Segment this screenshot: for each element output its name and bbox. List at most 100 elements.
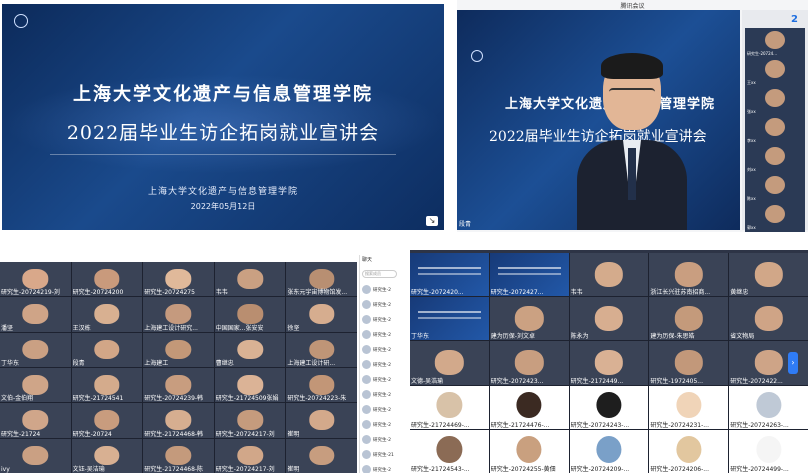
participant-tile[interactable]: 研究生-20724263-...	[729, 385, 808, 429]
participant-name: 崔明	[287, 430, 300, 438]
participant-tile[interactable]: 研究生-1972405...	[649, 341, 729, 385]
member-row[interactable]: 研究生-2	[360, 312, 399, 327]
participant-tile[interactable]: 建为历保-朱思皓	[649, 297, 729, 341]
member-row[interactable]: 研究生-2	[360, 327, 399, 342]
participant-tile[interactable]: 研究生-20724219-刘	[0, 262, 71, 297]
participant-tile[interactable]: 研究生-20724209-...	[569, 429, 649, 473]
side-participant-tile[interactable]: 陈xx	[745, 173, 805, 203]
participant-tile[interactable]: 徐坚	[286, 297, 357, 332]
participant-tile[interactable]: 王汉栋	[71, 297, 143, 332]
participant-count: 2	[791, 14, 798, 25]
member-row[interactable]: 研究生-2	[360, 372, 399, 387]
participant-tile[interactable]: 研究生-20724206-...	[649, 429, 729, 473]
participant-tile[interactable]: 研究生-20724200	[71, 262, 143, 297]
participant-tile[interactable]: 研究生-21724468-陈	[143, 438, 214, 473]
participant-tile[interactable]: 研究生-2072423...	[489, 341, 569, 385]
participant-tile[interactable]: 研究生-20724243-...	[569, 385, 649, 429]
participant-name: 研究生-21724509张娟	[215, 395, 279, 403]
participant-tile[interactable]: 研究生-20724499-...	[729, 429, 808, 473]
participant-tile[interactable]: 浙江长兴驻苏南招商...	[649, 253, 729, 297]
participant-tile[interactable]: 黄继忠	[729, 253, 808, 297]
participant-tile[interactable]: 韦韦	[214, 262, 286, 297]
participant-tile[interactable]: 研究生-21724	[0, 403, 71, 438]
participant-tile[interactable]: 上海建工	[143, 332, 214, 367]
participant-tile[interactable]: 丁华东	[410, 297, 489, 341]
participant-tile[interactable]: 文钰-吴洁瑜	[71, 438, 143, 473]
participant-tile[interactable]: 研究生-21724468-韩	[143, 403, 214, 438]
participant-tile[interactable]: 研究生-2172449...	[569, 341, 649, 385]
participant-tile[interactable]: 陈永为	[569, 297, 649, 341]
expand-icon[interactable]: ↘	[426, 216, 438, 226]
participant-name: 研究生-2072422...	[730, 377, 783, 385]
side-participant-tile[interactable]: 研究生-20724...	[745, 28, 805, 58]
speaker-video	[577, 53, 687, 230]
participant-tile[interactable]: 研究生-20724217-刘	[214, 438, 286, 473]
participant-tile[interactable]: 丁华东	[0, 332, 71, 367]
participant-avatar	[165, 445, 192, 466]
next-page-arrow-icon[interactable]: ›	[788, 352, 798, 374]
participant-name: 省文物局	[730, 333, 755, 341]
participant-avatar	[755, 391, 782, 419]
participant-avatar	[22, 410, 48, 431]
participant-tile[interactable]: 曹继忠	[214, 332, 286, 367]
member-row[interactable]: 研究生-2	[360, 402, 399, 417]
participant-tile[interactable]: 张东元宇宙博物馆发...	[286, 262, 357, 297]
participant-avatar	[674, 350, 703, 376]
participant-tile[interactable]: 研究生-20724217-刘	[214, 403, 286, 438]
participant-name: 王汉栋	[72, 324, 91, 332]
participant-tile[interactable]: 研究生-20724223-朱	[286, 367, 357, 403]
participant-tile[interactable]: ivy	[0, 438, 71, 473]
participant-name: 研究生-20724263-...	[730, 421, 789, 429]
participant-avatar	[94, 268, 120, 289]
participant-tile[interactable]: 文德-吴浩瑜	[410, 341, 489, 385]
member-row[interactable]: 研究生-2	[360, 297, 399, 312]
participant-tile[interactable]: 文伯-金伯翔	[0, 367, 71, 403]
participant-name: 研究生-20724206-...	[650, 466, 709, 473]
participant-avatar	[308, 445, 335, 466]
member-row[interactable]: 研究生-2	[360, 432, 399, 447]
participant-tile[interactable]: 研究生-20724239-韩	[143, 367, 214, 403]
member-search-input[interactable]: 搜索成员	[362, 270, 397, 278]
participant-tile[interactable]: 崔明	[286, 403, 357, 438]
side-participant-tile[interactable]: 张xx	[745, 86, 805, 116]
participant-tile[interactable]: 研究生-21724476-...	[489, 385, 569, 429]
participant-tile[interactable]: 研究生-21724543-...	[410, 429, 489, 473]
member-row[interactable]: 研究生-2	[360, 282, 399, 297]
participant-tile[interactable]: 研究生-21724509张娟	[214, 367, 286, 403]
participant-tile[interactable]: 研究生-20724275	[143, 262, 214, 297]
member-name: 研究生-2	[373, 362, 391, 368]
slide-thumbnail	[417, 311, 481, 313]
participant-tile[interactable]: 段青	[71, 332, 143, 367]
side-participant-tile[interactable]: 李xx	[745, 115, 805, 145]
member-row[interactable]: 研究生-2	[360, 462, 399, 473]
member-row[interactable]: 研究生-2	[360, 387, 399, 402]
participant-tile[interactable]: 建为历保-刘文卓	[489, 297, 569, 341]
participant-tile[interactable]: 研究生-2072427...	[489, 253, 569, 297]
side-participant-tile[interactable]: 刘xx	[745, 144, 805, 174]
participant-tile[interactable]: 中国国家...张安安	[214, 297, 286, 332]
member-name: 研究生-2	[373, 422, 391, 428]
participant-tile[interactable]: 研究生-20724255-黄佃	[489, 429, 569, 473]
member-name: 研究生-2	[373, 287, 391, 293]
participant-tile[interactable]: 研究生-2072420...	[410, 253, 489, 297]
participant-tile[interactable]: 崔明	[286, 438, 357, 473]
member-row[interactable]: 研究生-2	[360, 357, 399, 372]
participant-tile[interactable]: 上海建工设计研究...	[143, 297, 214, 332]
side-participant-tile[interactable]: 郭xx	[745, 202, 805, 232]
participant-tile[interactable]: 潘坚	[0, 297, 71, 332]
participant-tile[interactable]: 省文物局	[729, 297, 808, 341]
participant-tile[interactable]: 上海建工设计研...	[286, 332, 357, 367]
participant-tile[interactable]: 研究生-21724541	[71, 367, 143, 403]
participant-tile[interactable]: 韦韦	[569, 253, 649, 297]
member-row[interactable]: 研究生-21	[360, 447, 399, 462]
participant-tile[interactable]: 研究生-21724469-...	[410, 385, 489, 429]
participant-avatar	[308, 304, 335, 325]
participant-name: 研究生-21724543-...	[411, 466, 470, 473]
participant-tile[interactable]: 研究生-20724	[71, 403, 143, 438]
member-avatar	[362, 315, 371, 324]
participant-name: 建为历保-朱思皓	[650, 333, 695, 341]
participant-tile[interactable]: 研究生-20724231-...	[649, 385, 729, 429]
side-participant-tile[interactable]: 王xx	[745, 57, 805, 87]
member-row[interactable]: 研究生-2	[360, 417, 399, 432]
member-row[interactable]: 研究生-2	[360, 342, 399, 357]
